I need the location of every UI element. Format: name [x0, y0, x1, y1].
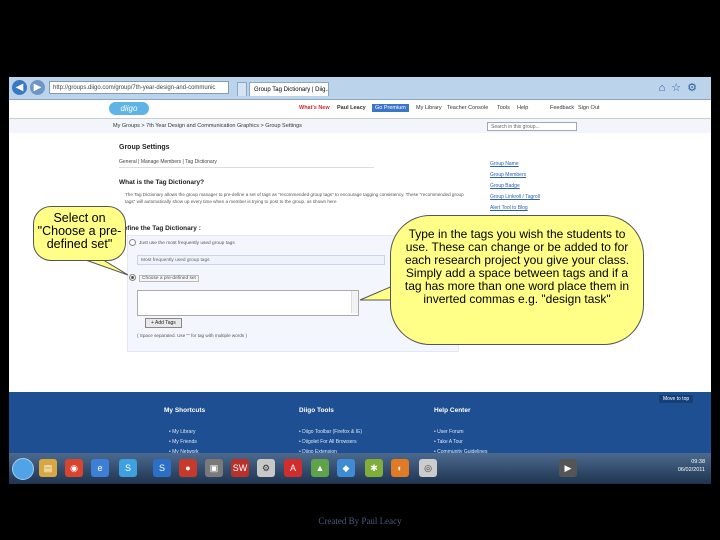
sidebar-item-group-badge[interactable]: Group Badge	[490, 183, 520, 189]
media-icon[interactable]: ●	[179, 459, 197, 477]
breadcrumb[interactable]: My Groups > 7th Year Design and Communic…	[113, 123, 302, 129]
add-tags-button[interactable]: + Add Tags	[145, 318, 182, 328]
sidebar-item-group-members[interactable]: Group Members	[490, 172, 526, 178]
breadcrumb-bar: My Groups > 7th Year Design and Communic…	[9, 119, 711, 133]
footer-link[interactable]: • My Library	[169, 429, 195, 435]
tags-textarea[interactable]	[137, 290, 359, 316]
diigo-logo[interactable]: diigo	[109, 102, 149, 115]
star-icon[interactable]: ☆	[671, 82, 687, 94]
footer-link[interactable]: • Diigolet For All Browsers	[299, 439, 357, 445]
sidebar-item-linkroll[interactable]: Group Linkroll / Tagroll	[490, 194, 540, 200]
forward-arrow-icon[interactable]: ▶	[30, 80, 45, 95]
home-icon[interactable]: ⌂	[659, 82, 672, 94]
browser-tab-active[interactable]: Group Tag Dictionary | Diig...	[249, 82, 329, 96]
clock-time: 09:38	[691, 459, 705, 465]
chrome-icon[interactable]: ◉	[65, 459, 83, 477]
browser-tools[interactable]: ⌂☆⚙	[659, 81, 703, 94]
system-clock[interactable]: 09:38 06/02/2011	[678, 458, 705, 474]
option-frequent[interactable]: Just use the most frequently used group …	[129, 239, 235, 246]
frequent-tags-box: Most frequently used group tags	[137, 255, 385, 265]
footer-link-label: Diigo Toolbar (Firefox & IE)	[302, 429, 363, 435]
skype-icon[interactable]: S	[119, 459, 137, 477]
page-title: Group Settings	[119, 144, 170, 151]
radio-frequent[interactable]	[129, 239, 136, 246]
radio-predefined[interactable]	[129, 274, 136, 281]
address-bar[interactable]: http://groups.diigo.com/group/7th-year-d…	[49, 81, 229, 94]
nav-sign-out[interactable]: Sign Out	[578, 105, 599, 111]
footer-link[interactable]: • Diigo Toolbar (Firefox & IE)	[299, 429, 362, 435]
option-predefined[interactable]: Choose a pre-defined set	[129, 274, 199, 282]
start-button-icon[interactable]	[12, 458, 34, 480]
sidebar-item-group-name[interactable]: Group Name	[490, 161, 519, 167]
skype-icon[interactable]: S	[153, 459, 171, 477]
footer-link-label: Take A Tour	[437, 439, 463, 445]
footer-link-label: User Forum	[437, 429, 464, 435]
pdf-icon[interactable]: A	[284, 459, 302, 477]
app-icon[interactable]: ◎	[419, 459, 437, 477]
nav-tools[interactable]: Tools	[497, 105, 510, 111]
internet-explorer-icon[interactable]: e	[91, 459, 109, 477]
whats-new-link[interactable]: What's New	[299, 105, 330, 111]
tags-hint: ( Space separated. Use "" for tag with m…	[137, 333, 247, 338]
footer-shortcuts-heading: My Shortcuts	[164, 407, 206, 414]
clock-date: 06/02/2011	[677, 467, 705, 473]
callout-left: Select on "Choose a pre-defined set"	[33, 206, 126, 261]
nav-my-library[interactable]: My Library	[416, 105, 442, 111]
define-heading: Define the Tag Dictionary :	[119, 225, 201, 232]
move-to-top-button[interactable]: Move to top	[659, 395, 694, 403]
footer-link-label: My Friends	[172, 439, 197, 445]
folder-icon[interactable]: ▤	[39, 459, 57, 477]
app-icon[interactable]: ▣	[205, 459, 223, 477]
footer-link-label: My Library	[172, 429, 196, 435]
firefox-icon[interactable]: ◐	[391, 459, 409, 477]
app-icon[interactable]: ▲	[311, 459, 329, 477]
windows-taskbar: ▤ ◉ e S S ● ▣ SW ⚙ A ▲ ◆ ✱ ◐ ◎ ▶ 09:38 0…	[9, 453, 711, 484]
option-predefined-label: Choose a pre-defined set	[139, 274, 199, 282]
diigo-header: diigo What's New Paul Leacy Go Premium M…	[9, 100, 711, 119]
nav-help[interactable]: Help	[517, 105, 528, 111]
browser-tab-inactive[interactable]	[237, 82, 247, 96]
back-arrow-icon[interactable]: ◀	[12, 80, 27, 95]
app-icon[interactable]: ⚙	[257, 459, 275, 477]
gear-icon[interactable]: ⚙	[687, 82, 703, 94]
browser-toolbar: ◀ ▶ http://groups.diigo.com/group/7th-ye…	[9, 77, 711, 100]
credit-text: Created By Paul Leacy	[318, 516, 402, 526]
option-frequent-label: Just use the most frequently used group …	[139, 240, 235, 246]
footer-link-label: Diigolet For All Browsers	[302, 439, 357, 445]
textarea-scrollbar[interactable]	[351, 291, 358, 313]
app-icon[interactable]: ✱	[365, 459, 383, 477]
footer-help-heading: Help Center	[434, 407, 471, 414]
settings-subnav[interactable]: General | Manage Members | Tag Dictionar…	[119, 159, 374, 168]
nav-feedback[interactable]: Feedback	[550, 105, 574, 111]
solidworks-icon[interactable]: SW	[231, 459, 249, 477]
search-input[interactable]: Search in this group...	[487, 122, 577, 131]
callout-right: Type in the tags you wish the students t…	[390, 215, 644, 345]
nav-teacher-console[interactable]: Teacher Console	[447, 105, 488, 111]
sidebar-item-alert[interactable]: Alert Tool to Blog	[490, 205, 528, 211]
go-premium-button[interactable]: Go Premium	[372, 104, 409, 112]
what-heading: What is the Tag Dictionary?	[119, 179, 205, 186]
media-player-icon[interactable]: ▶	[559, 459, 577, 477]
footer-link[interactable]: • My Friends	[169, 439, 197, 445]
footer-link[interactable]: • Take A Tour	[434, 439, 463, 445]
user-menu[interactable]: Paul Leacy	[337, 105, 366, 111]
app-icon[interactable]: ◆	[337, 459, 355, 477]
footer-tools-heading: Diigo Tools	[299, 407, 334, 414]
what-description: The Tag Dictionary allows the group mana…	[125, 192, 464, 204]
footer-link[interactable]: • User Forum	[434, 429, 464, 435]
